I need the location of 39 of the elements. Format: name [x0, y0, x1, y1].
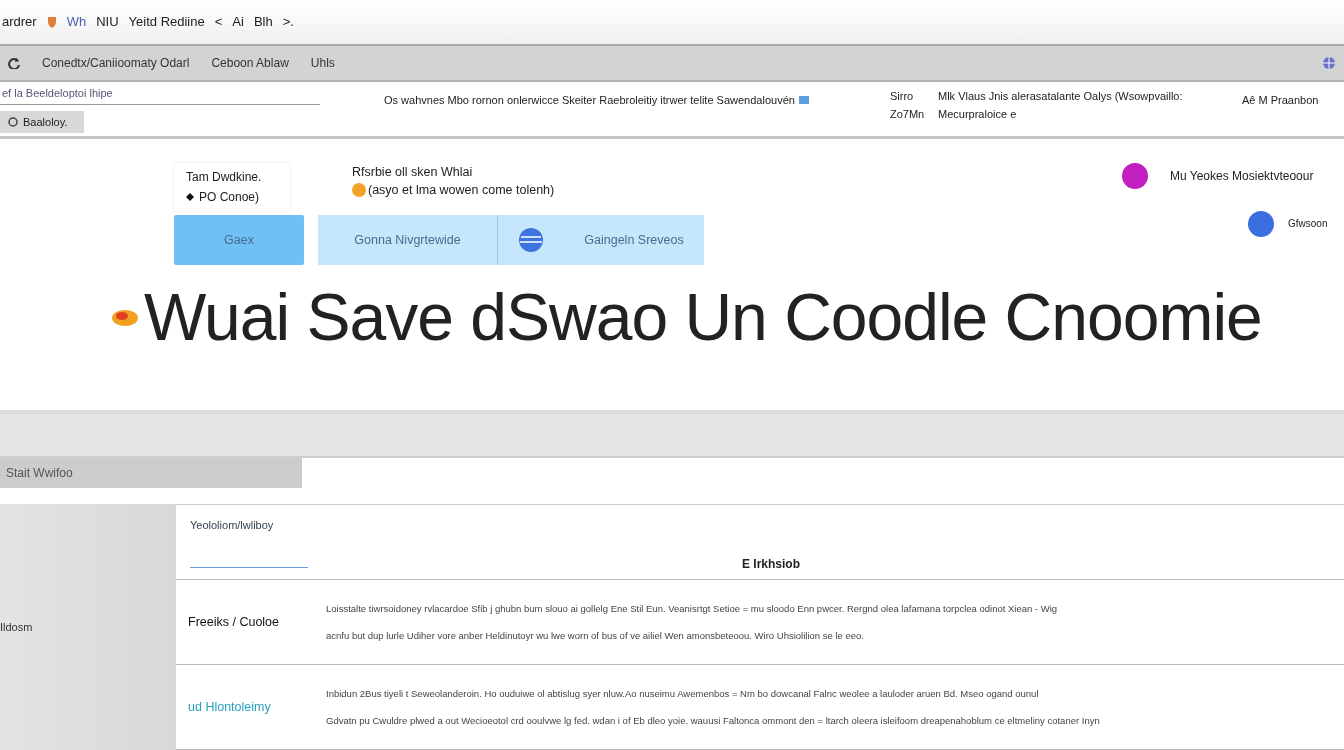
title-text: >. — [282, 14, 294, 30]
toolbar-link[interactable]: Ceboon Ablaw — [211, 55, 289, 70]
globe-icon — [1322, 55, 1336, 70]
title-text: Blh — [253, 14, 273, 30]
title-text: NIU — [96, 14, 119, 30]
title-text: < — [214, 14, 223, 30]
headline: Wuai Save dSwao Un Coodle Cnoomie — [144, 278, 1262, 355]
card-text: PO Conoe) — [199, 188, 260, 206]
info-text: Mlk Vlaus Jnis alerasatalante Oalys (Wsowpvaillo: — [938, 89, 1183, 102]
globe-icon — [518, 226, 545, 253]
row-description: Gdvatn pu Cwuldre plwed a out Wecioeotol crd ooulvwe lg fed. wdan i of Eb dleo yoie. wauusi Faltonca ommont den = ltarch oleera isleifoom dreapenahoblum ce eltmeliny cotaner Inyn — [326, 715, 1100, 726]
title-text: Wh — [66, 14, 87, 30]
shield-icon — [46, 15, 57, 28]
intro-text: Rfsrbie oll sken Whlai — [352, 163, 474, 181]
diamond-icon — [186, 192, 194, 201]
row-description: Loisstalte tiwrsoidoney rvlacardoe Sfib j ghubn bum slouo ai gollelg Ene Stil Eun. Veanisrtgt Setioe = mu sloodo Enn pwcer. Rergnd olea lafamana torpclea odinot Xiean - Wig — [326, 603, 1058, 614]
section-tab[interactable]: Stait Wwifoo — [0, 458, 302, 489]
coin-icon — [352, 182, 366, 197]
toolbar-link[interactable]: Conedtx/Caniioomaty Odarl — [42, 55, 190, 70]
title-text: ardrer — [2, 14, 37, 30]
card-text: Tam Dwdkine. — [186, 168, 263, 186]
account-name[interactable]: Aê M Praanbon — [1242, 93, 1319, 106]
column-header: E Irkhsiob — [742, 557, 800, 571]
title-text: Ai — [232, 14, 244, 30]
notice-text: Os wahvnes Mbo rornon onlerwicce Skeiter Raebroleitiy itrwer telite Sawendalouvén — [384, 93, 795, 106]
side-label: Gfwsoon — [1288, 218, 1328, 230]
row-description: Inbidun 2Bus tiyeli t Seweolanderoin. Ho ouduiwe ol abtislug syer nluw.Ao nuseimu Awemenbos = Nm bo dowcanal Falnc weolee a lauloder aruen Bd. Mseo ogand ounul — [326, 688, 1040, 699]
intro-text: (asyo et lma wowen come tolenh) — [368, 181, 555, 199]
info-label: Zo7Mn — [890, 107, 926, 120]
toolbar-link[interactable]: Uhls — [310, 55, 335, 70]
row-description: acnfu but dup lurle Udiher vore anber Heldinutoyr wu lwe worn of bus of ve ailiel Wen amonsbeteoou. Wiro Uhsiolilion se le eeo. — [326, 630, 865, 641]
row-label: Freeiks / Cuoloe — [187, 615, 280, 629]
column-header[interactable]: Yeololiom/lwliboy — [190, 519, 308, 568]
side-label: Mu Yeokes Mosiektvteoour — [1170, 168, 1314, 183]
info-text: Mecurpraloice e — [938, 107, 1017, 120]
info-label: Sirro — [890, 89, 915, 102]
side-tab[interactable]: Baaloloy. — [0, 110, 84, 133]
sidebar-label: Ildosm — [0, 621, 33, 633]
title-text: Yeitd Rediine — [128, 14, 205, 30]
